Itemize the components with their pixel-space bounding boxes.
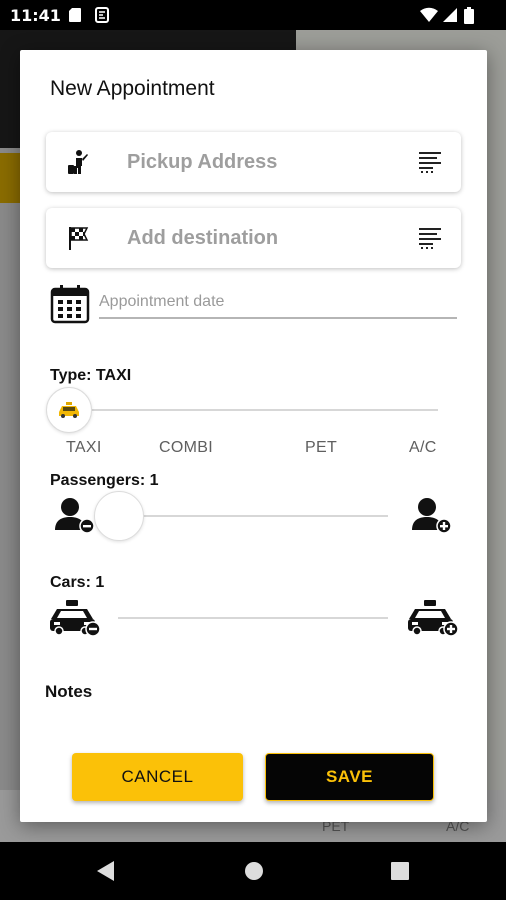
destination-placeholder: Add destination [127, 227, 279, 249]
taxi-minus-icon[interactable] [49, 599, 103, 639]
person-plus-icon[interactable] [410, 497, 452, 535]
appointment-date-row [48, 284, 460, 324]
appointment-date-input[interactable] [99, 291, 457, 319]
cancel-button[interactable]: CANCEL [72, 753, 243, 801]
type-option-combi[interactable]: COMBI [159, 439, 213, 457]
taxi-plus-icon[interactable] [407, 599, 461, 639]
calendar-icon[interactable] [50, 284, 90, 324]
home-icon[interactable] [243, 860, 265, 882]
checkered-flag-icon [69, 227, 89, 250]
navigation-bar [0, 842, 506, 900]
list-icon[interactable] [419, 227, 443, 249]
person-minus-icon[interactable] [53, 497, 95, 535]
type-slider-track[interactable] [68, 409, 438, 411]
back-icon[interactable] [96, 860, 116, 882]
type-label: Type: TAXI [50, 367, 132, 384]
destination-field[interactable]: Add destination [46, 208, 461, 268]
type-option-taxi[interactable]: TAXI [66, 439, 102, 457]
list-icon[interactable] [419, 151, 443, 173]
passengers-label: Passengers: 1 [50, 472, 159, 489]
battery-icon [464, 7, 474, 24]
pickup-address-placeholder: Pickup Address [127, 151, 278, 173]
background-accent [0, 153, 22, 203]
cars-slider-track[interactable] [118, 617, 388, 619]
passengers-slider-track[interactable] [118, 515, 388, 517]
dialog-title: New Appointment [50, 77, 215, 100]
sim-icon [95, 7, 109, 23]
person-hailing-icon [68, 150, 88, 174]
passengers-slider-thumb[interactable] [94, 491, 144, 541]
type-option-ac[interactable]: A/C [409, 439, 437, 457]
save-button[interactable]: SAVE [265, 753, 434, 801]
type-slider-thumb[interactable] [46, 387, 92, 433]
taxi-icon [59, 402, 79, 418]
pickup-address-field[interactable]: Pickup Address [46, 132, 461, 192]
new-appointment-dialog: New Appointment Pickup Address Add desti… [20, 50, 487, 822]
status-time: 11:41 [10, 6, 61, 25]
type-option-pet[interactable]: PET [305, 439, 337, 457]
signal-icon [443, 8, 457, 22]
status-bar: 11:41 [0, 0, 506, 30]
recents-icon[interactable] [390, 860, 410, 882]
wifi-icon [420, 7, 438, 23]
sd-card-icon [69, 8, 81, 22]
notes-label: Notes [45, 682, 93, 701]
cars-label: Cars: 1 [50, 574, 105, 591]
